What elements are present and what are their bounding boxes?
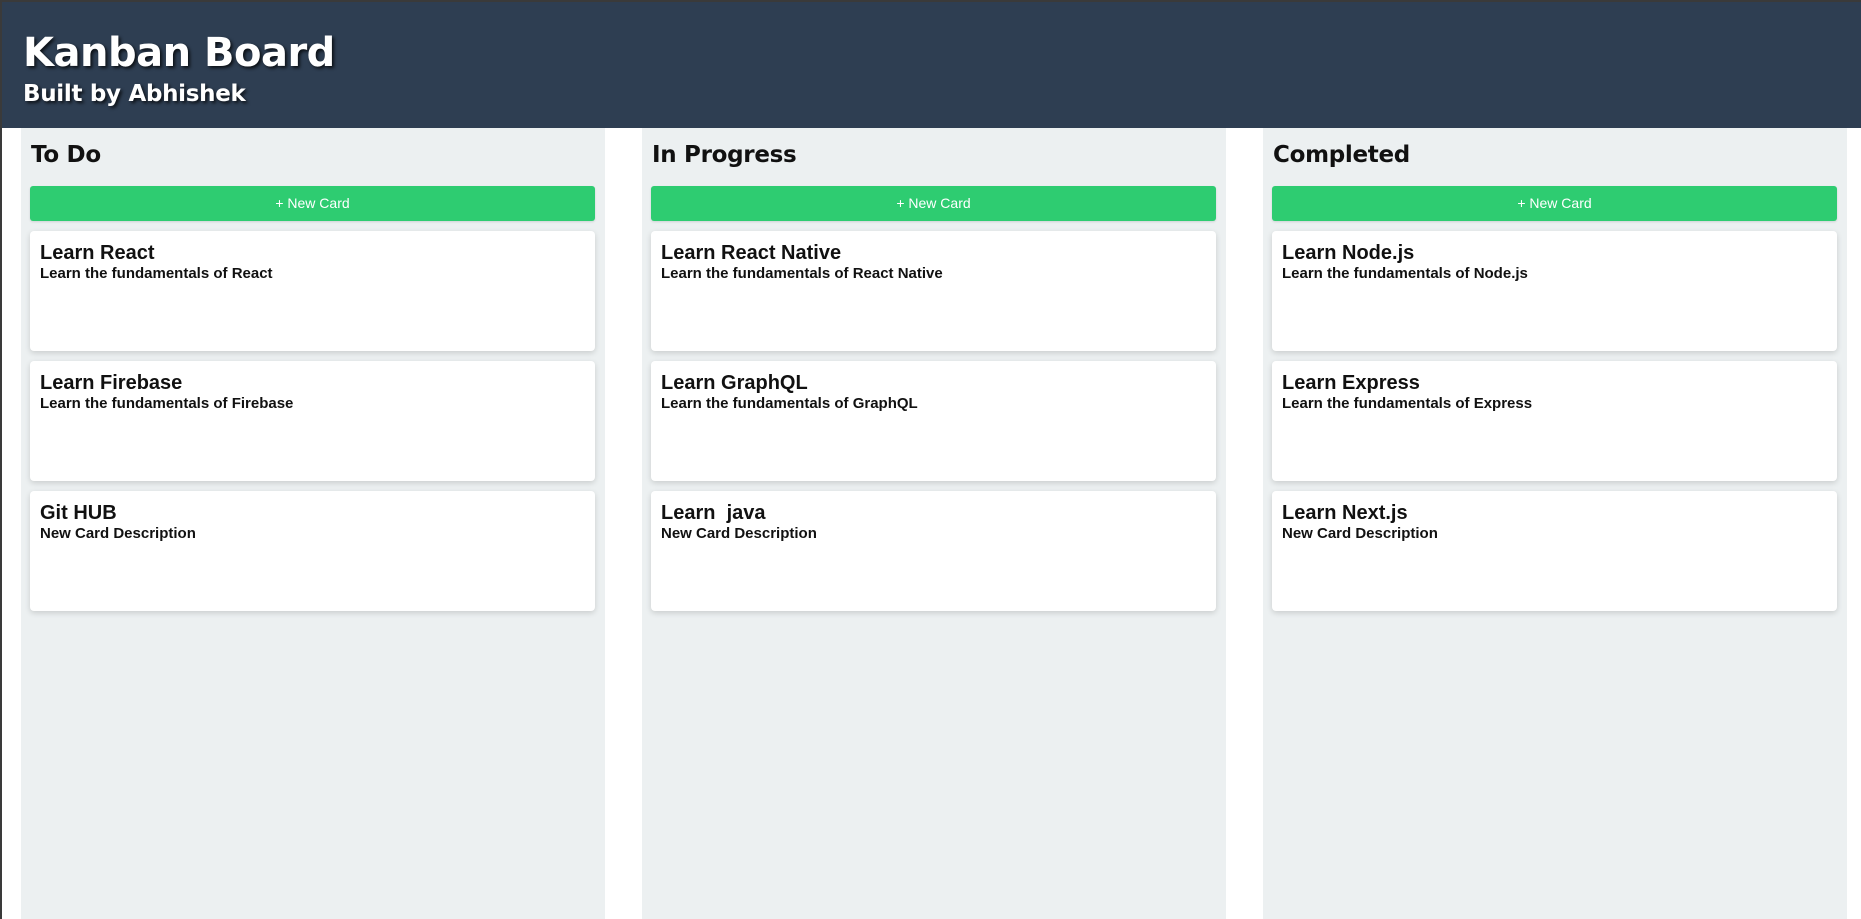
card-description: New Card Description (40, 525, 196, 542)
new-card-button[interactable]: + New Card (1272, 186, 1837, 221)
column-to-do: To Do + New Card Learn React Learn the f… (21, 128, 605, 919)
card-title: Learn GraphQL (661, 372, 808, 394)
card-description: Learn the fundamentals of React Native (661, 265, 943, 282)
card-description: Learn the fundamentals of GraphQL (661, 395, 918, 412)
column-in-progress: In Progress + New Card Learn React Nativ… (642, 128, 1226, 919)
app-header: Kanban Board Built by Abhishek (2, 2, 1861, 128)
kanban-app: Kanban Board Built by Abhishek To Do + N… (0, 0, 1861, 919)
card-description: Learn the fundamentals of Express (1282, 395, 1533, 412)
card-description: New Card Description (661, 525, 817, 542)
card-title: Learn Node.js (1282, 242, 1415, 264)
page-subtitle: Built by Abhishek (23, 81, 246, 107)
card-title: Learn Express (1282, 372, 1420, 394)
card[interactable]: Git HUB New Card Description (30, 491, 595, 611)
card-description: Learn the fundamentals of Firebase (40, 395, 294, 412)
card-list: Learn React Learn the fundamentals of Re… (30, 231, 596, 611)
card-list: Learn Node.js Learn the fundamentals of … (1272, 231, 1838, 611)
card-title: Learn Next.js (1282, 502, 1408, 524)
card[interactable]: Learn GraphQL Learn the fundamentals of … (651, 361, 1216, 481)
new-card-button[interactable]: + New Card (30, 186, 595, 221)
card[interactable]: Learn React Native Learn the fundamental… (651, 231, 1216, 351)
card-title: Learn React (40, 242, 155, 264)
column-title: Completed (1273, 142, 1410, 168)
column-title: In Progress (652, 142, 797, 168)
card-title: Learn java (661, 502, 766, 524)
card-title: Git HUB (40, 502, 117, 524)
new-card-button[interactable]: + New Card (651, 186, 1216, 221)
column-title: To Do (31, 142, 101, 168)
card[interactable]: Learn Express Learn the fundamentals of … (1272, 361, 1837, 481)
card[interactable]: Learn java New Card Description (651, 491, 1216, 611)
card-description: Learn the fundamentals of React (40, 265, 273, 282)
column-completed: Completed + New Card Learn Node.js Learn… (1263, 128, 1847, 919)
card-description: New Card Description (1282, 525, 1438, 542)
card-list: Learn React Native Learn the fundamental… (651, 231, 1217, 611)
card[interactable]: Learn Next.js New Card Description (1272, 491, 1837, 611)
card-title: Learn Firebase (40, 372, 183, 394)
card[interactable]: Learn Firebase Learn the fundamentals of… (30, 361, 595, 481)
page-title: Kanban Board (23, 30, 335, 76)
card-title: Learn React Native (661, 242, 842, 264)
card-description: Learn the fundamentals of Node.js (1282, 265, 1528, 282)
card[interactable]: Learn React Learn the fundamentals of Re… (30, 231, 595, 351)
card[interactable]: Learn Node.js Learn the fundamentals of … (1272, 231, 1837, 351)
